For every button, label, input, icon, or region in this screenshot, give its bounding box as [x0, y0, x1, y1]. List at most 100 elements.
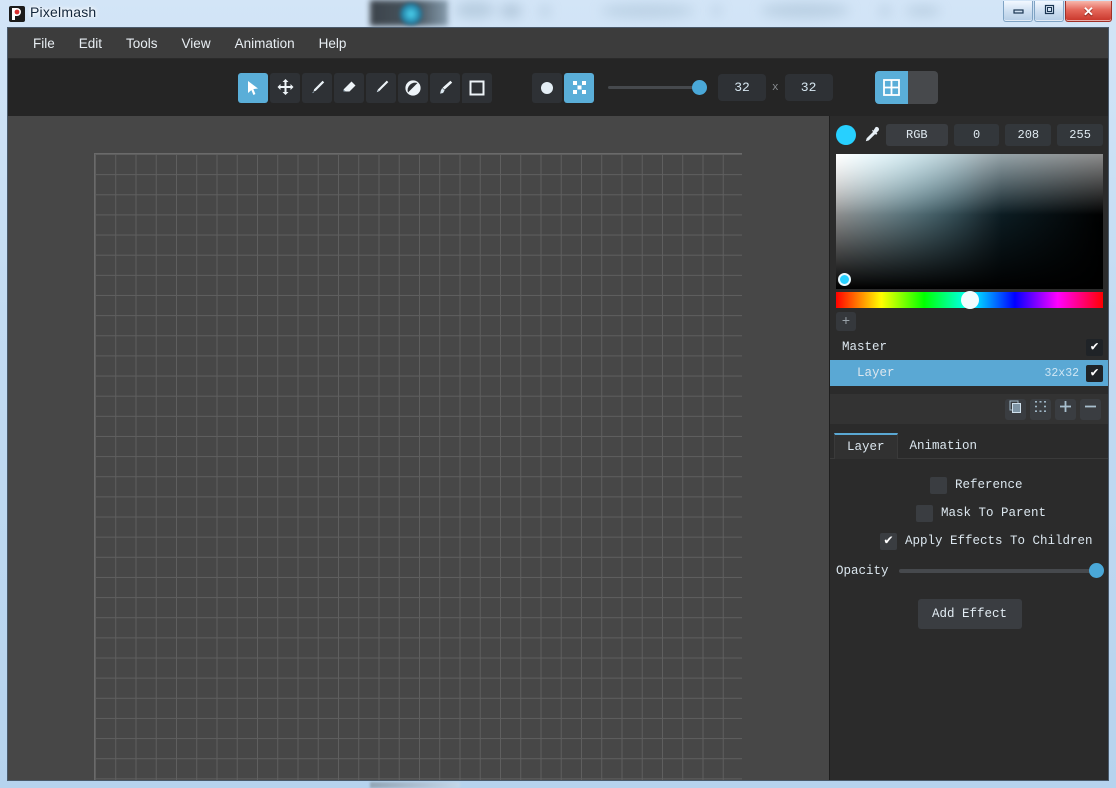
brush-size-slider[interactable] [608, 80, 707, 95]
reference-checkbox[interactable] [930, 476, 947, 494]
brush-shape-group [532, 72, 596, 103]
opacity-row: Opacity [830, 555, 1108, 578]
hue-slider[interactable] [836, 291, 1103, 309]
pixelmash-logo-icon [8, 5, 26, 23]
remove-layer-button[interactable] [1080, 398, 1101, 420]
layer-properties: Reference Mask To Parent ✔ Apply Effects… [830, 459, 1108, 555]
move-tool[interactable] [270, 72, 300, 103]
pixel-canvas[interactable] [94, 153, 742, 780]
apply-effects-to-children-checkbox[interactable]: ✔ [880, 532, 897, 550]
opacity-slider-knob[interactable] [1089, 563, 1104, 578]
circle-icon [539, 80, 555, 96]
dimension-separator: x [772, 81, 779, 94]
select-tool[interactable] [238, 72, 268, 103]
layers-list: Master ✔ Layer 32x32 ✔ [830, 334, 1108, 386]
layer-row-master[interactable]: Master ✔ [830, 334, 1108, 360]
menu-edit[interactable]: Edit [67, 32, 114, 55]
round-brush-shape[interactable] [532, 72, 562, 103]
paint-bucket-icon [404, 79, 422, 97]
eraser-tool[interactable] [334, 72, 364, 103]
canvas-area[interactable] [8, 116, 829, 780]
plus-icon [1059, 400, 1072, 418]
maximize-icon [1043, 4, 1056, 18]
close-button[interactable]: ✕ [1065, 1, 1112, 22]
eraser-icon [341, 79, 358, 96]
apply-effects-row: ✔ Apply Effects To Children [830, 527, 1108, 555]
duplicate-icon [1009, 400, 1022, 418]
maximize-button[interactable] [1034, 1, 1064, 22]
add-effect-button[interactable]: Add Effect [917, 599, 1022, 629]
pixel-scatter-icon [571, 79, 588, 96]
layer-dimensions: 32x32 [1044, 366, 1079, 380]
rectangle-tool[interactable] [462, 72, 492, 103]
minimize-button[interactable] [1003, 1, 1033, 22]
brush-tool[interactable] [430, 72, 460, 103]
app-body: File Edit Tools View Animation Help 32 x… [8, 28, 1108, 780]
add-swatch-button[interactable]: + [836, 311, 856, 331]
line-tool[interactable] [366, 72, 396, 103]
tab-layer[interactable]: Layer [834, 433, 898, 459]
view-options-group [874, 71, 938, 104]
mask-to-parent-checkbox[interactable] [916, 504, 933, 522]
brush-icon [437, 79, 454, 96]
window-controls: ✕ [1003, 1, 1112, 22]
sv-white-overlay [836, 154, 1103, 289]
layer-visibility-checkbox[interactable]: ✔ [1086, 364, 1103, 382]
current-color-swatch[interactable] [836, 125, 856, 145]
blue-channel-input[interactable]: 255 [1057, 124, 1103, 146]
menu-tools[interactable]: Tools [114, 32, 170, 55]
saturation-value-field[interactable] [836, 154, 1103, 289]
line-icon [373, 79, 390, 96]
eyedropper-icon[interactable] [862, 125, 880, 145]
move-arrows-icon [277, 79, 294, 96]
menu-help[interactable]: Help [307, 32, 359, 55]
opacity-slider[interactable] [898, 563, 1104, 578]
layer-label: Layer [857, 366, 895, 380]
tab-animation[interactable]: Animation [898, 433, 990, 458]
menu-file[interactable]: File [21, 32, 67, 55]
titlebar[interactable]: Pixelmash ✕ [0, 0, 1116, 28]
close-icon: ✕ [1083, 3, 1094, 19]
green-channel-input[interactable]: 208 [1005, 124, 1052, 146]
pixel-brush-shape[interactable] [564, 72, 594, 103]
minus-icon [1084, 400, 1097, 418]
rectangle-icon [468, 79, 486, 97]
menu-view[interactable]: View [170, 32, 223, 55]
apply-effects-label: Apply Effects To Children [905, 534, 1093, 548]
reference-row: Reference [830, 471, 1108, 499]
color-mode-button[interactable]: RGB [886, 124, 948, 146]
layer-visibility-checkbox[interactable]: ✔ [1086, 338, 1103, 356]
hue-slider-knob[interactable] [960, 291, 979, 309]
drawing-tools-group [238, 72, 494, 103]
menu-animation[interactable]: Animation [223, 32, 307, 55]
grid-icon [882, 78, 901, 97]
pencil-icon [309, 79, 326, 96]
canvas-width-input[interactable]: 32 [718, 74, 766, 101]
pencil-tool[interactable] [302, 72, 332, 103]
layer-label: Master [842, 340, 888, 354]
layer-row-layer[interactable]: Layer 32x32 ✔ [830, 360, 1108, 386]
add-layer-button[interactable] [1055, 398, 1076, 420]
brush-size-slider-knob[interactable] [692, 80, 707, 95]
pixelmash-window: Pixelmash ✕ File Edit Tools View Animati… [0, 0, 1116, 788]
duplicate-layer-button[interactable] [1005, 398, 1026, 420]
fill-tool[interactable] [398, 72, 428, 103]
property-tabs: Layer Animation [830, 433, 1108, 459]
menubar: File Edit Tools View Animation Help [8, 28, 1108, 59]
window-title: Pixelmash [30, 4, 97, 20]
red-channel-input[interactable]: 0 [953, 124, 1000, 146]
group-layer-button[interactable] [1030, 398, 1051, 420]
color-picker-header: RGB 0 208 255 [830, 116, 1108, 154]
mask-to-parent-label: Mask To Parent [941, 506, 1047, 520]
taskbar-peek [370, 782, 460, 788]
sv-cursor[interactable] [838, 273, 851, 286]
secondary-view-toggle[interactable] [907, 71, 938, 104]
opacity-label: Opacity [836, 564, 889, 578]
mask-to-parent-row: Mask To Parent [830, 499, 1108, 527]
canvas-height-input[interactable]: 32 [784, 74, 833, 101]
cursor-arrow-icon [245, 80, 261, 96]
layer-toolbar [830, 394, 1108, 424]
minimize-icon [1012, 4, 1025, 18]
swatch-row: + [830, 308, 1108, 334]
grid-toggle[interactable] [874, 71, 908, 104]
